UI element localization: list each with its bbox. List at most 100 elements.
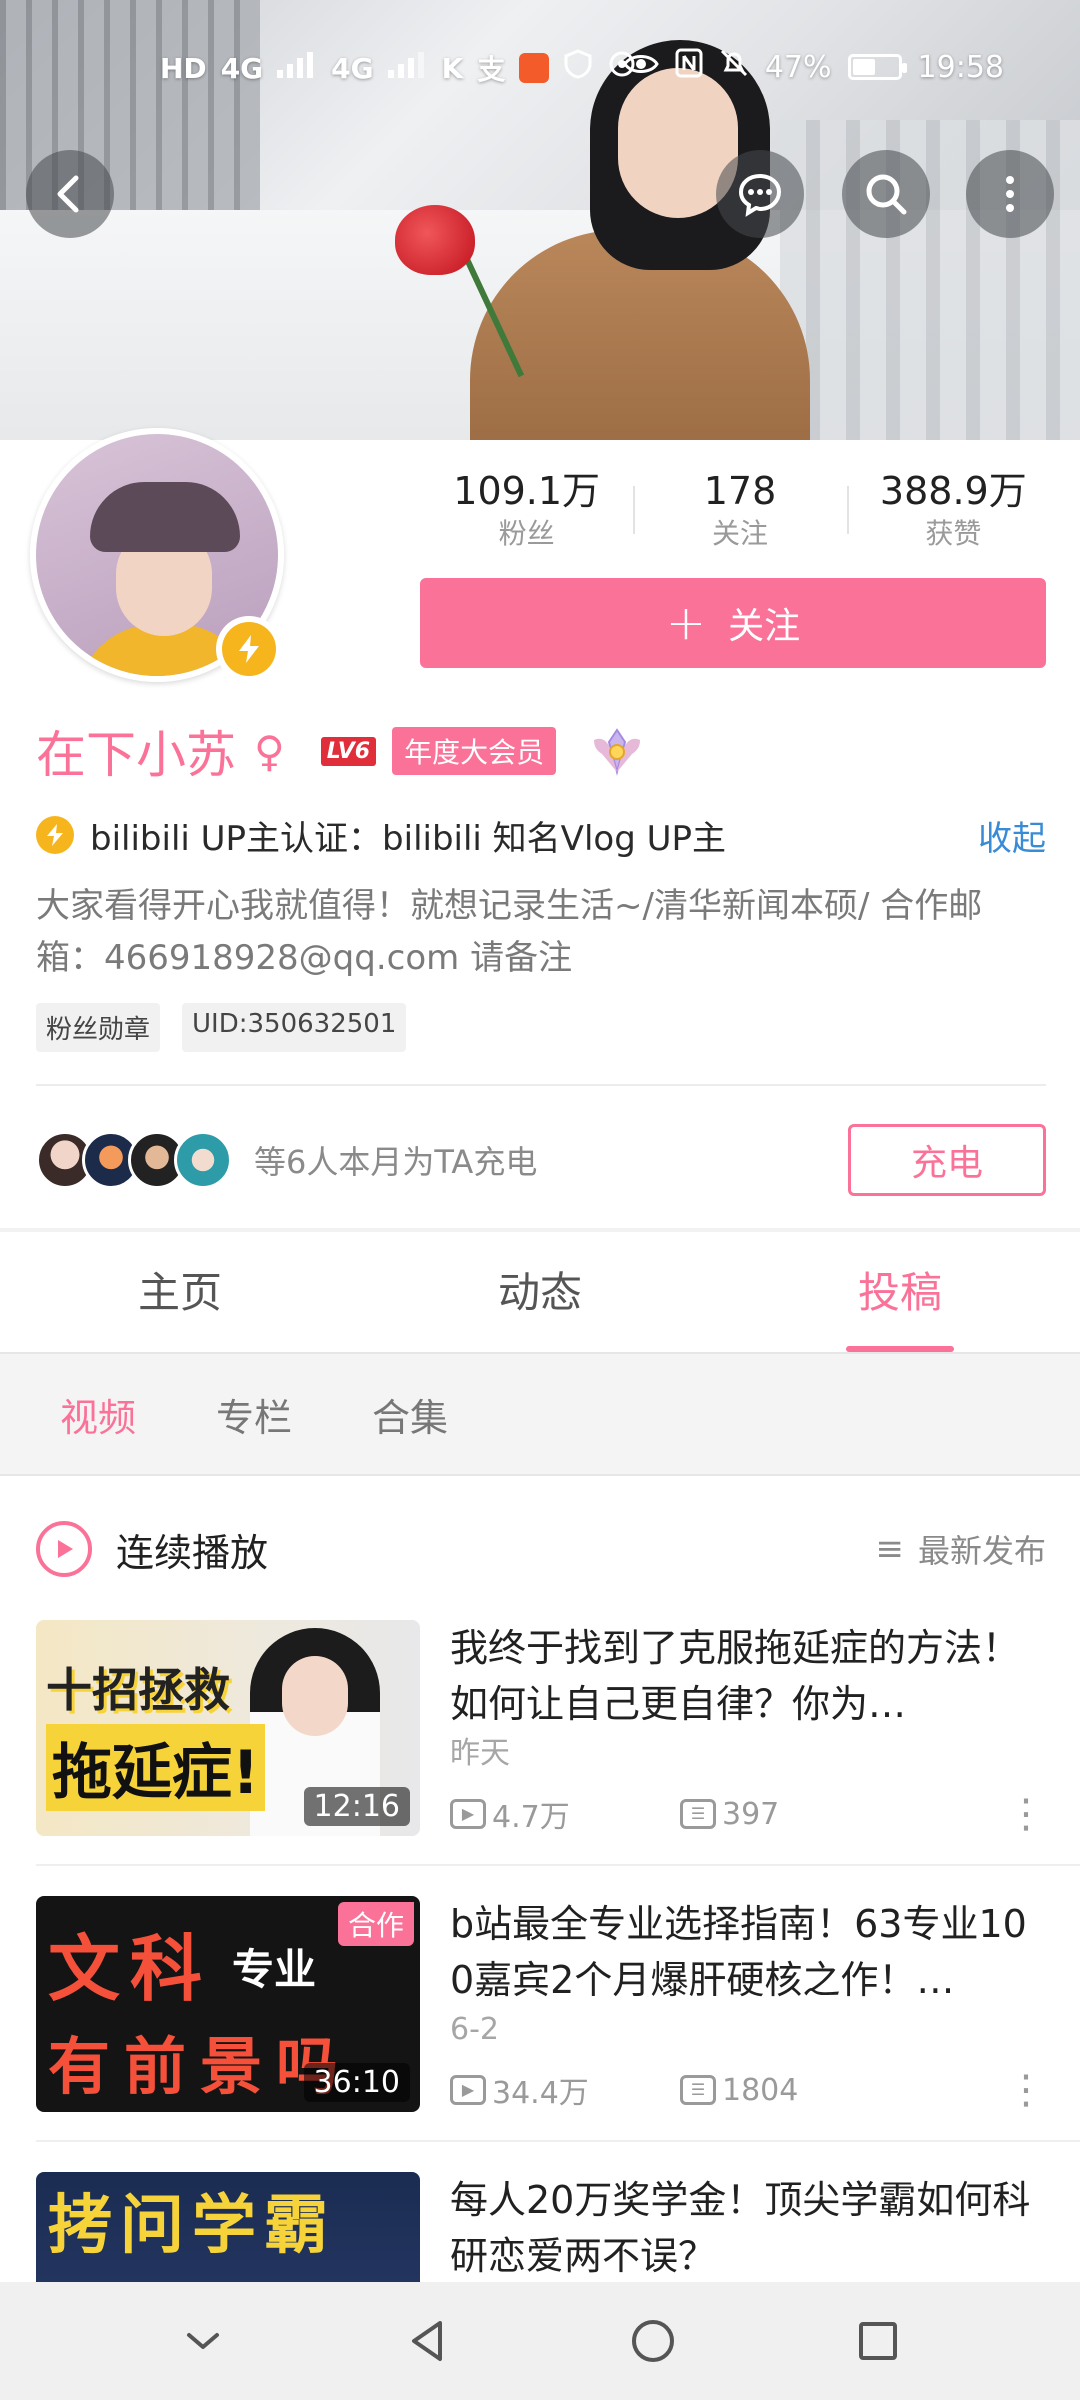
stats-row: 109.1万 粉丝 178 关注 388.9万 获赞: [420, 466, 1060, 566]
thumb-text: 专业: [232, 1945, 317, 1994]
charge-row: 等6人本月为TA充电 充电: [36, 1120, 1046, 1200]
lightning-icon: [239, 635, 259, 663]
charger-avatars[interactable]: [36, 1131, 232, 1189]
battery-level: [852, 59, 876, 75]
more-button[interactable]: [966, 150, 1054, 238]
message-button[interactable]: [716, 150, 804, 238]
play-count-icon: ▶: [450, 1799, 486, 1829]
sort-list-icon[interactable]: ≡: [875, 1529, 904, 1569]
thumb-face: [282, 1656, 348, 1736]
danmaku: ☰ 1804: [680, 2073, 1006, 2108]
home-circle-icon: [631, 2320, 674, 2362]
view-count: 4.7万: [492, 1800, 570, 1835]
vip-badge[interactable]: 年度大会员: [392, 727, 557, 775]
tab-home[interactable]: 主页: [0, 1232, 360, 1352]
fan-medal-tag[interactable]: 粉丝勋章: [36, 1003, 161, 1052]
lightning-badge: [222, 622, 276, 676]
video-date: 6-2: [450, 2012, 499, 2047]
username: 在下小苏: [36, 726, 236, 784]
tab-dynamic[interactable]: 动态: [360, 1232, 720, 1352]
stat-likes[interactable]: 388.9万 获赞: [846, 466, 1060, 566]
thumb-text: 文科: [48, 1927, 213, 2011]
thumb-text: 十招拯救: [46, 1663, 230, 1717]
nav-back-button[interactable]: [388, 2301, 468, 2381]
danmaku-icon: ☰: [680, 1799, 716, 1829]
danmaku-count: 1804: [722, 2072, 799, 2108]
stat-label: 关注: [711, 517, 768, 550]
video-duration: 36:10: [303, 2063, 410, 2102]
nav-recents-button[interactable]: [838, 2301, 918, 2381]
name-row: 在下小苏 ♀ LV6 年度大会员: [36, 718, 646, 784]
female-icon: ♀: [254, 726, 285, 776]
collab-badge: 合作: [337, 1902, 414, 1946]
mute-bell-icon: [719, 48, 749, 86]
video-item[interactable]: 拷问学霸 每人20万奖学金！顶尖学霸如何科研恋爱两不误？: [36, 2172, 1046, 2282]
charge-text: 等6人本月为TA充电: [254, 1143, 538, 1181]
divider: [36, 2140, 1080, 2142]
sort-label[interactable]: 最新发布: [918, 1526, 1046, 1572]
subtab-videos[interactable]: 视频: [60, 1387, 136, 1442]
video-item[interactable]: 文科 专业 有前景吗 合作 36:10 b站最全专业选择指南！63专业100嘉宾…: [36, 1896, 1046, 2112]
back-button[interactable]: [26, 150, 114, 238]
play-all-button[interactable]: [36, 1521, 92, 1577]
views: ▶ 4.7万: [450, 1792, 680, 1836]
subtab-collections[interactable]: 合集: [372, 1387, 448, 1442]
charger-avatar: [174, 1131, 232, 1189]
signal-bars-icon-2: [387, 50, 428, 86]
uid-tag[interactable]: UID:350632501: [182, 1003, 407, 1052]
stat-following[interactable]: 178 关注: [633, 466, 846, 566]
status-left: HD 4G 4G K 支: [160, 48, 637, 88]
pendant-icon[interactable]: [588, 722, 646, 780]
battery-icon: [847, 54, 907, 80]
tab-uploads[interactable]: 投稿: [720, 1232, 1080, 1352]
divider: [36, 1084, 1046, 1086]
stat-value: 388.9万: [879, 469, 1027, 513]
danmaku: ☰ 397: [680, 1797, 1006, 1832]
bio-text: 大家看得开心我就值得！就想记录生活~/清华新闻本硕/ 合作邮箱：46691892…: [36, 886, 983, 978]
video-meta: ▶ 4.7万 ☰ 397 ⋮: [450, 1792, 1046, 1836]
app-k-icon: K: [441, 51, 464, 85]
hd-icon: HD: [160, 51, 207, 85]
signal-4g-icon-2: 4G: [331, 51, 374, 85]
search-button[interactable]: [842, 150, 930, 238]
certification-text: bilibili UP主认证：bilibili 知名Vlog UP主: [90, 818, 726, 859]
more-vertical-icon[interactable]: ⋮: [1006, 1794, 1046, 1834]
video-date: 昨天: [450, 1736, 510, 1771]
video-title[interactable]: 我终于找到了克服拖延症的方法！如何让自己更自律？你为…: [450, 1620, 1046, 1732]
verified-badge: [216, 616, 282, 682]
nav-home-button[interactable]: [613, 2301, 693, 2381]
video-title[interactable]: 每人20万奖学金！顶尖学霸如何科研恋爱两不误？: [450, 2172, 1046, 2282]
charge-button[interactable]: 充电: [848, 1124, 1046, 1196]
stat-label: 粉丝: [498, 517, 555, 550]
video-duration: 12:16: [303, 1787, 410, 1826]
more-vertical-icon[interactable]: ⋮: [1006, 2070, 1046, 2110]
video-item[interactable]: 十招拯救 拖延症! 12:16 我终于找到了克服拖延症的方法！如何让自己更自律？…: [36, 1620, 1046, 1836]
subtab-articles[interactable]: 专栏: [216, 1387, 292, 1442]
danmaku-count: 397: [722, 1796, 780, 1832]
views: ▶ 34.4万: [450, 2068, 680, 2112]
stat-value: 109.1万: [453, 469, 601, 513]
nav-collapse-button[interactable]: [163, 2301, 243, 2381]
collapse-link[interactable]: 收起: [978, 811, 1046, 860]
search-icon: [866, 174, 907, 215]
rose-icon: [395, 205, 475, 275]
message-bubble-icon: [738, 173, 782, 217]
status-right: 47% 19:58: [623, 48, 1004, 86]
list-header: 连续播放 ≡ 最新发布: [36, 1514, 1046, 1584]
video-title[interactable]: b站最全专业选择指南！63专业100嘉宾2个月爆肝硬核之作！…: [450, 1896, 1046, 2008]
video-meta: ▶ 34.4万 ☰ 1804 ⋮: [450, 2068, 1046, 2112]
video-thumbnail[interactable]: 拷问学霸: [36, 2172, 420, 2282]
header-banner: HD 4G 4G K 支 47% 19:58: [0, 0, 1080, 440]
signal-4g-icon: 4G: [220, 51, 264, 85]
chevron-left-icon: [57, 175, 79, 213]
view-count: 34.4万: [492, 2076, 589, 2111]
level-badge: LV6: [320, 736, 377, 766]
app-notification-icon: [519, 53, 550, 83]
play-icon: [58, 1540, 73, 1558]
video-thumbnail[interactable]: 十招拯救 拖延症! 12:16: [36, 1620, 420, 1836]
video-thumbnail[interactable]: 文科 专业 有前景吗 合作 36:10: [36, 1896, 420, 2112]
follow-button[interactable]: + 关注: [420, 578, 1046, 668]
eye-icon: [623, 50, 659, 85]
stat-fans[interactable]: 109.1万 粉丝: [420, 466, 633, 566]
play-all-label[interactable]: 连续播放: [116, 1522, 875, 1577]
